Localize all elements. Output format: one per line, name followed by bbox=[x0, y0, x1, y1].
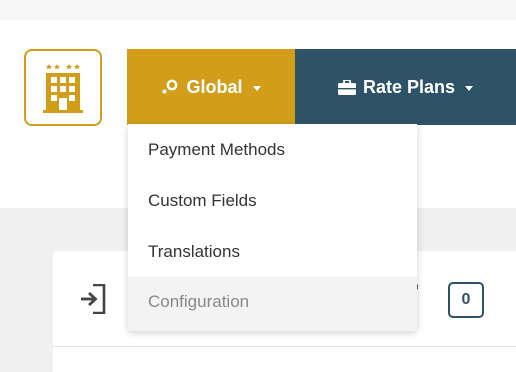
nav-global-menu[interactable]: Global bbox=[127, 49, 295, 125]
count-badge: 0 bbox=[448, 282, 484, 318]
nav-rate-plans-menu[interactable]: Rate Plans bbox=[295, 49, 516, 125]
hotel-building-icon bbox=[43, 63, 83, 113]
briefcase-icon bbox=[337, 79, 356, 95]
chevron-down-icon bbox=[252, 85, 261, 91]
menu-item-translations[interactable]: Translations bbox=[128, 226, 417, 277]
hotel-logo[interactable] bbox=[24, 49, 102, 126]
menu-item-payment-methods[interactable]: Payment Methods bbox=[128, 124, 417, 175]
card-divider bbox=[53, 346, 516, 347]
nav-rate-plans-label: Rate Plans bbox=[362, 76, 456, 97]
menu-item-configuration[interactable]: Configuration bbox=[128, 277, 417, 331]
top-strip bbox=[0, 0, 516, 20]
nav-global-label: Global bbox=[186, 76, 243, 97]
chevron-down-icon bbox=[465, 85, 474, 91]
gear-icon bbox=[161, 79, 179, 95]
sign-in-icon bbox=[80, 283, 106, 319]
menu-item-custom-fields[interactable]: Custom Fields bbox=[128, 175, 417, 226]
main-navbar: Global Rate Plans bbox=[127, 49, 516, 125]
global-dropdown-menu: Payment Methods Custom Fields Translatio… bbox=[128, 124, 417, 331]
